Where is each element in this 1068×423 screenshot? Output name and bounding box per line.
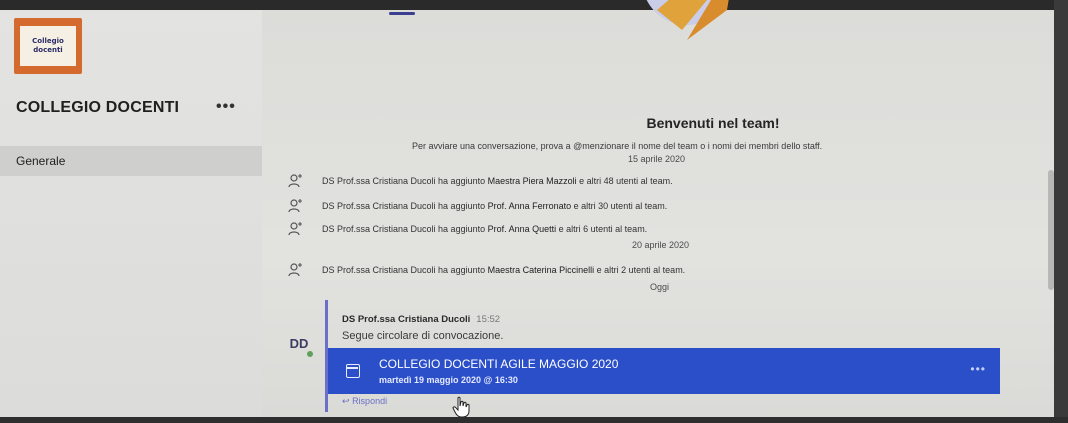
event-actor: DS Prof.ssa Cristiana Ducoli xyxy=(322,224,436,234)
team-logo-line2: docenti xyxy=(33,46,63,54)
date-separator: 15 aprile 2020 xyxy=(628,154,686,164)
event-actor: DS Prof.ssa Cristiana Ducoli xyxy=(322,265,436,275)
event-target: Prof. Anna Ferronato xyxy=(487,201,572,211)
event-rest: e altri 48 utenti al team. xyxy=(576,176,673,186)
reply-button[interactable]: ↩ Rispondi xyxy=(342,396,387,407)
presence-available-icon xyxy=(306,350,314,358)
event-target: Maestra Caterina Piccinelli xyxy=(487,265,595,275)
event-verb: ha aggiunto xyxy=(435,224,488,234)
system-event-row: DS Prof.ssa Cristiana Ducoli ha aggiunto… xyxy=(286,197,667,215)
monitor-bezel-right xyxy=(1054,0,1068,423)
event-text: DS Prof.ssa Cristiana Ducoli ha aggiunto… xyxy=(322,176,673,186)
add-member-icon xyxy=(288,263,302,277)
meeting-datetime: martedì 19 maggio 2020 @ 16:30 xyxy=(379,375,518,385)
add-member-icon xyxy=(288,222,302,236)
event-verb: ha aggiunto xyxy=(435,201,488,211)
event-text: DS Prof.ssa Cristiana Ducoli ha aggiunto… xyxy=(322,201,667,211)
add-member-icon xyxy=(288,174,302,188)
event-verb: ha aggiunto xyxy=(435,265,488,275)
calendar-icon xyxy=(346,364,360,378)
welcome-subtitle: Per avviare una conversazione, prova a @… xyxy=(412,141,823,151)
team-logo[interactable]: Collegio docenti xyxy=(14,18,82,74)
event-text: DS Prof.ssa Cristiana Ducoli ha aggiunto… xyxy=(322,265,685,275)
welcome-illustration-icon xyxy=(646,0,729,40)
channel-item-generale[interactable]: Generale xyxy=(0,146,262,176)
event-rest: e altri 2 utenti al team. xyxy=(594,265,686,275)
team-sidebar: Collegio docenti COLLEGIO DOCENTI ••• Ge… xyxy=(0,10,262,417)
team-logo-line1: Collegio xyxy=(32,37,64,45)
system-event-row: DS Prof.ssa Cristiana Ducoli ha aggiunto… xyxy=(286,172,673,190)
meeting-title[interactable]: COLLEGIO DOCENTI AGILE MAGGIO 2020 xyxy=(379,357,618,371)
system-event-row: DS Prof.ssa Cristiana Ducoli ha aggiunto… xyxy=(286,261,685,279)
event-target: Prof. Anna Quetti xyxy=(487,224,557,234)
event-rest: e altri 30 utenti al team. xyxy=(571,201,668,211)
monitor-bezel-bottom xyxy=(0,417,1068,423)
event-rest: e altri 6 utenti al team. xyxy=(556,224,648,234)
event-target: Maestra Piera Mazzoli xyxy=(487,176,577,186)
message-author[interactable]: DS Prof.ssa Cristiana Ducoli xyxy=(342,314,470,325)
message-timestamp: 15:52 xyxy=(476,314,501,325)
date-separator: 20 aprile 2020 xyxy=(632,240,690,250)
monitor-bezel-top xyxy=(0,0,1068,10)
team-name: COLLEGIO DOCENTI xyxy=(16,99,180,116)
message-card[interactable]: DS Prof.ssa Cristiana Ducoli 15:52 Segue … xyxy=(325,300,1057,412)
welcome-title: Benvenuti nel team! xyxy=(646,115,780,131)
add-member-icon xyxy=(288,199,302,213)
event-actor: DS Prof.ssa Cristiana Ducoli xyxy=(322,201,436,211)
message-header: DS Prof.ssa Cristiana Ducoli 15:52 xyxy=(342,314,500,325)
active-tab-indicator xyxy=(389,12,415,15)
event-verb: ha aggiunto xyxy=(435,176,488,186)
message-body: Segue circolare di convocazione. xyxy=(342,330,504,342)
team-more-options-button[interactable]: ••• xyxy=(216,98,236,116)
system-event-row: DS Prof.ssa Cristiana Ducoli ha aggiunto… xyxy=(286,220,647,238)
reply-label: Rispondi xyxy=(352,396,388,406)
channel-conversation: Benvenuti nel team! Per avviare una conv… xyxy=(262,0,1057,417)
date-separator: Oggi xyxy=(650,282,670,292)
reply-arrow-icon: ↩ xyxy=(342,396,350,406)
event-actor: DS Prof.ssa Cristiana Ducoli xyxy=(322,176,436,186)
event-text: DS Prof.ssa Cristiana Ducoli ha aggiunto… xyxy=(322,224,647,234)
team-logo-text: Collegio docenti xyxy=(20,26,76,66)
channel-label: Generale xyxy=(16,154,66,168)
meeting-more-options-button[interactable]: ••• xyxy=(970,362,986,376)
meeting-card[interactable]: COLLEGIO DOCENTI AGILE MAGGIO 2020 marte… xyxy=(328,348,1000,394)
hand-cursor-icon xyxy=(452,396,470,418)
